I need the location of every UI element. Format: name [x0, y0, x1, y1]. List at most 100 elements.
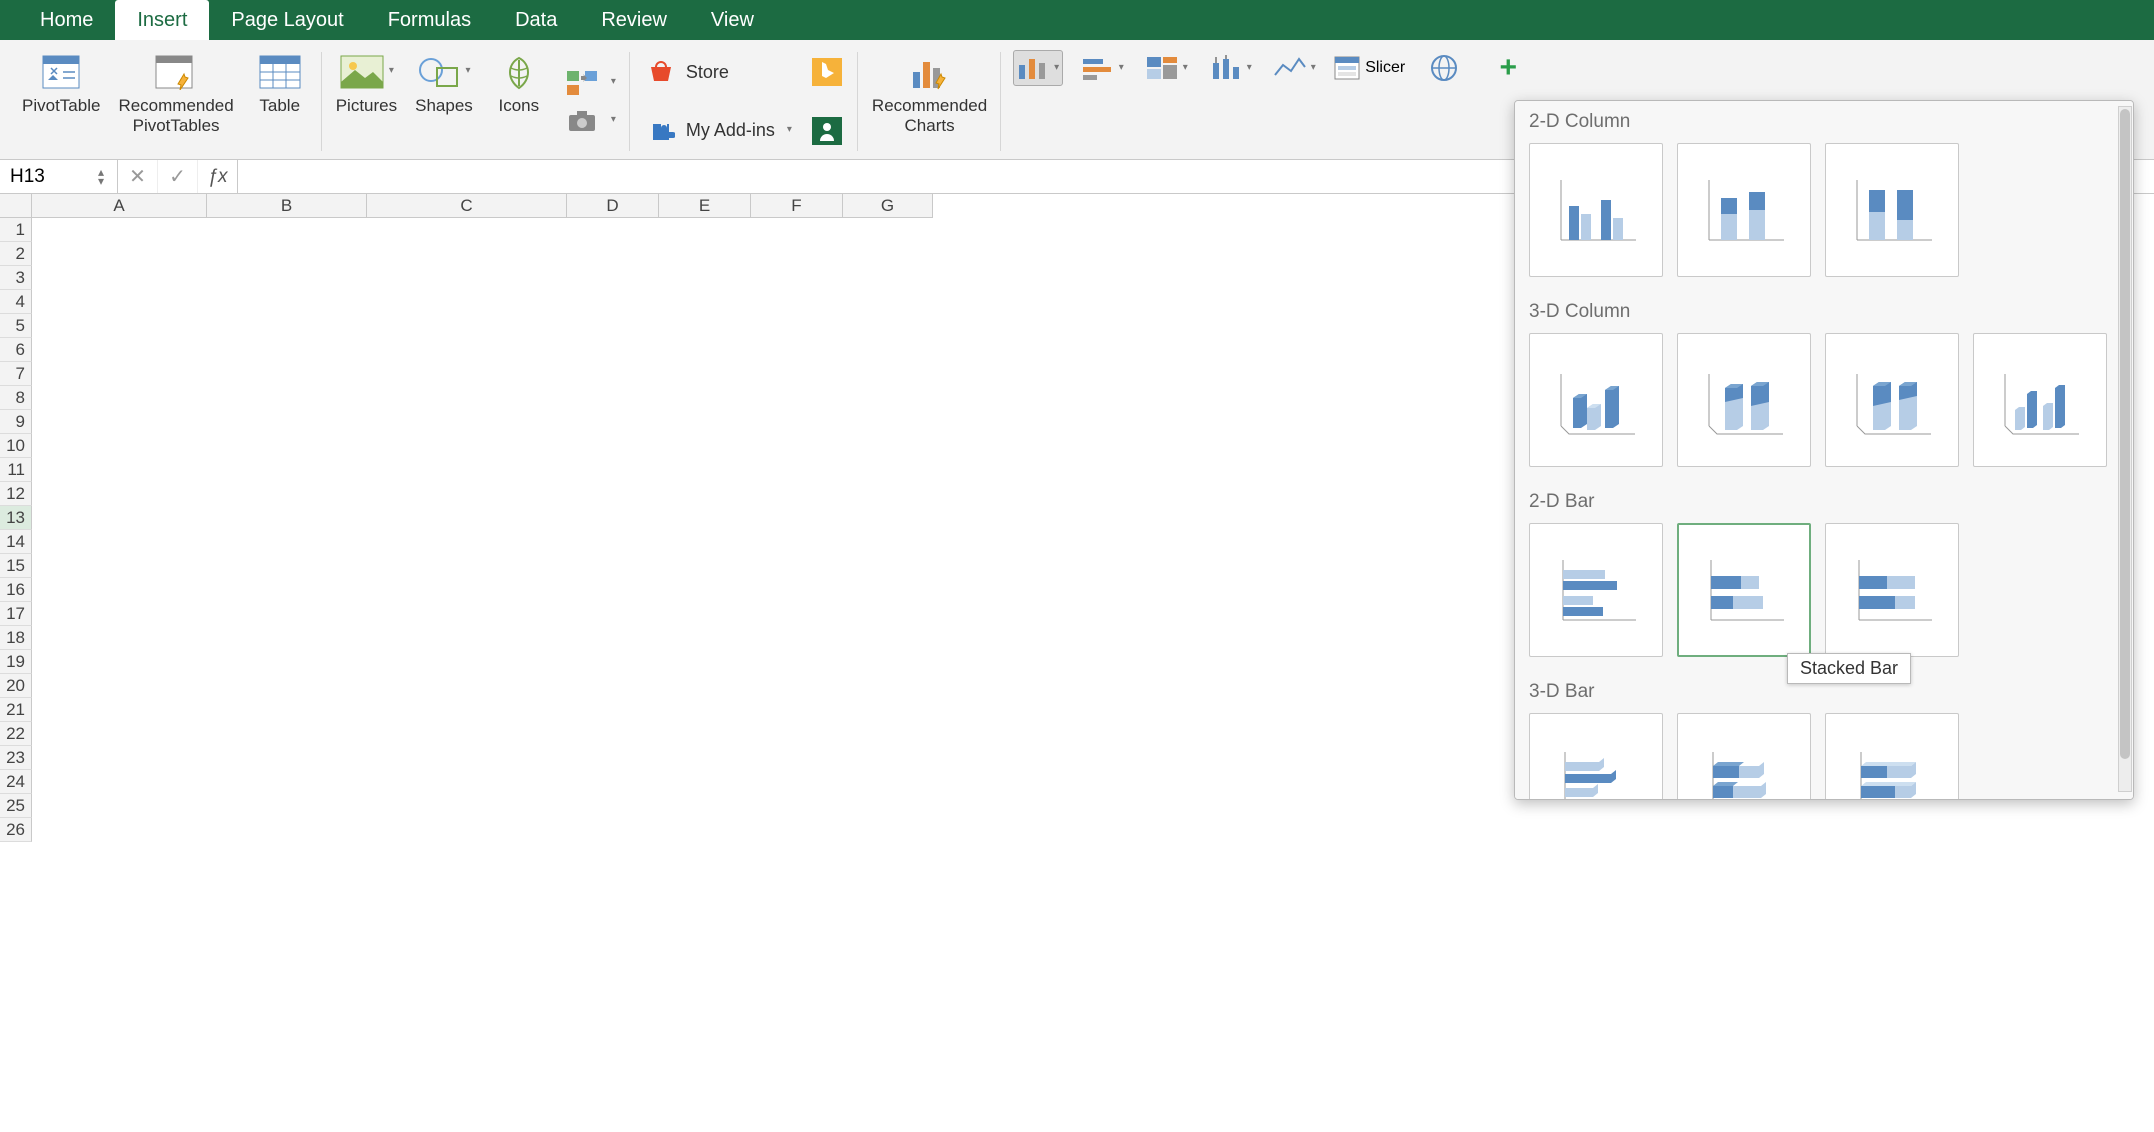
chart-3d-column[interactable] — [1973, 333, 2107, 467]
screenshot-button[interactable]: ▾ — [561, 105, 620, 137]
shapes-button[interactable]: ▾ Shapes — [411, 46, 477, 157]
shapes-label: Shapes — [415, 96, 473, 116]
store-icon — [644, 58, 678, 86]
row-header-6[interactable]: 6 — [0, 338, 32, 362]
pivottable-icon — [33, 50, 89, 94]
column-header-G[interactable]: G — [843, 194, 933, 218]
people-graph-button[interactable] — [806, 115, 848, 147]
select-all-cell[interactable] — [0, 194, 32, 218]
row-header-15[interactable]: 15 — [0, 554, 32, 578]
chart-panel-scrollbar[interactable] — [2118, 106, 2132, 792]
recommended-charts-button[interactable]: Recommended Charts — [868, 46, 991, 157]
table-icon — [252, 50, 308, 94]
chart-tooltip: Stacked Bar — [1787, 653, 1911, 684]
slicer-button[interactable]: Slicer — [1333, 50, 1405, 86]
statistic-chart-dropdown[interactable]: ▾ — [1205, 50, 1255, 86]
tab-home[interactable]: Home — [18, 0, 115, 40]
tab-review[interactable]: Review — [579, 0, 689, 40]
check-icon: ✓ — [169, 164, 186, 189]
people-icon — [810, 117, 844, 145]
hierarchy-chart-dropdown[interactable]: ▾ — [1141, 50, 1191, 86]
my-addins-button[interactable]: My Add-ins▾ — [640, 115, 796, 147]
row-header-26[interactable]: 26 — [0, 818, 32, 842]
add-button[interactable]: + — [1483, 50, 1533, 86]
name-box[interactable]: ▴▾ — [0, 160, 118, 193]
row-header-14[interactable]: 14 — [0, 530, 32, 554]
name-box-stepper[interactable]: ▴▾ — [92, 168, 110, 186]
pivottable-label: PivotTable — [22, 96, 100, 116]
store-button[interactable]: Store — [640, 56, 796, 88]
column-header-B[interactable]: B — [207, 194, 367, 218]
row-header-10[interactable]: 10 — [0, 434, 32, 458]
chart-panel-scroll-thumb[interactable] — [2120, 109, 2130, 759]
tab-insert[interactable]: Insert — [115, 0, 209, 40]
tab-view[interactable]: View — [689, 0, 776, 40]
column-header-E[interactable]: E — [659, 194, 751, 218]
column-header-F[interactable]: F — [751, 194, 843, 218]
row-header-2[interactable]: 2 — [0, 242, 32, 266]
row-header-17[interactable]: 17 — [0, 602, 32, 626]
row-header-8[interactable]: 8 — [0, 386, 32, 410]
recommended-charts-label-1: Recommended — [872, 96, 987, 116]
chart-clustered-column[interactable] — [1529, 143, 1663, 277]
chart-3d-100-stacked-column[interactable] — [1825, 333, 1959, 467]
column-header-A[interactable]: A — [32, 194, 207, 218]
chart-stacked-column[interactable] — [1677, 143, 1811, 277]
smartart-button[interactable]: ▾ — [561, 67, 620, 99]
chart-stacked-bar[interactable]: Stacked Bar — [1677, 523, 1811, 657]
bing-maps-button[interactable] — [806, 56, 848, 88]
ribbon-tabs: Home Insert Page Layout Formulas Data Re… — [0, 0, 2154, 40]
chart-clustered-bar[interactable] — [1529, 523, 1663, 657]
recommended-pivottables-label-1: Recommended — [118, 96, 233, 116]
row-header-12[interactable]: 12 — [0, 482, 32, 506]
table-button[interactable]: Table — [248, 46, 312, 157]
pictures-button[interactable]: ▾ Pictures — [332, 46, 401, 157]
line-chart-dropdown[interactable]: ▾ — [1269, 50, 1319, 86]
chart-100-stacked-column[interactable] — [1825, 143, 1959, 277]
row-header-16[interactable]: 16 — [0, 578, 32, 602]
globe-button[interactable] — [1419, 50, 1469, 86]
chart-3d-100-stacked-bar[interactable] — [1825, 713, 1959, 800]
column-chart-dropdown[interactable]: ▾ — [1013, 50, 1063, 86]
tab-data[interactable]: Data — [493, 0, 579, 40]
accept-formula-button[interactable]: ✓ — [158, 160, 198, 193]
recommended-pivottables-button[interactable]: Recommended PivotTables — [114, 46, 237, 157]
row-header-21[interactable]: 21 — [0, 698, 32, 722]
chart-3d-clustered-bar[interactable] — [1529, 713, 1663, 800]
row-header-1[interactable]: 1 — [0, 218, 32, 242]
icons-button[interactable]: Icons — [487, 46, 551, 157]
row-header-25[interactable]: 25 — [0, 794, 32, 818]
row-header-23[interactable]: 23 — [0, 746, 32, 770]
row-header-9[interactable]: 9 — [0, 410, 32, 434]
row-header-11[interactable]: 11 — [0, 458, 32, 482]
tab-formulas[interactable]: Formulas — [366, 0, 493, 40]
row-header-5[interactable]: 5 — [0, 314, 32, 338]
bar-chart-dropdown[interactable]: ▾ — [1077, 50, 1127, 86]
row-header-18[interactable]: 18 — [0, 626, 32, 650]
shapes-icon: ▾ — [416, 50, 472, 94]
tab-page-layout[interactable]: Page Layout — [209, 0, 365, 40]
row-header-4[interactable]: 4 — [0, 290, 32, 314]
chart-type-panel: 2-D Column 3-D Column — [1514, 100, 2134, 800]
cancel-formula-button[interactable]: ✕ — [118, 160, 158, 193]
row-header-24[interactable]: 24 — [0, 770, 32, 794]
row-header-7[interactable]: 7 — [0, 362, 32, 386]
pictures-label: Pictures — [336, 96, 397, 116]
pivottable-button[interactable]: PivotTable — [18, 46, 104, 157]
chart-3d-stacked-bar[interactable] — [1677, 713, 1811, 800]
column-header-D[interactable]: D — [567, 194, 659, 218]
row-header-22[interactable]: 22 — [0, 722, 32, 746]
row-header-13[interactable]: 13 — [0, 506, 32, 530]
section-2d-column: 2-D Column — [1515, 101, 2133, 139]
my-addins-label: My Add-ins — [686, 120, 775, 141]
row-header-3[interactable]: 3 — [0, 266, 32, 290]
name-box-input[interactable] — [0, 166, 92, 188]
row-header-19[interactable]: 19 — [0, 650, 32, 674]
recommended-charts-label-2: Charts — [905, 116, 955, 136]
row-header-20[interactable]: 20 — [0, 674, 32, 698]
chart-3d-clustered-column[interactable] — [1529, 333, 1663, 467]
chart-3d-stacked-column[interactable] — [1677, 333, 1811, 467]
column-header-C[interactable]: C — [367, 194, 567, 218]
fx-label[interactable]: ƒx — [198, 160, 238, 193]
chart-100-stacked-bar[interactable] — [1825, 523, 1959, 657]
